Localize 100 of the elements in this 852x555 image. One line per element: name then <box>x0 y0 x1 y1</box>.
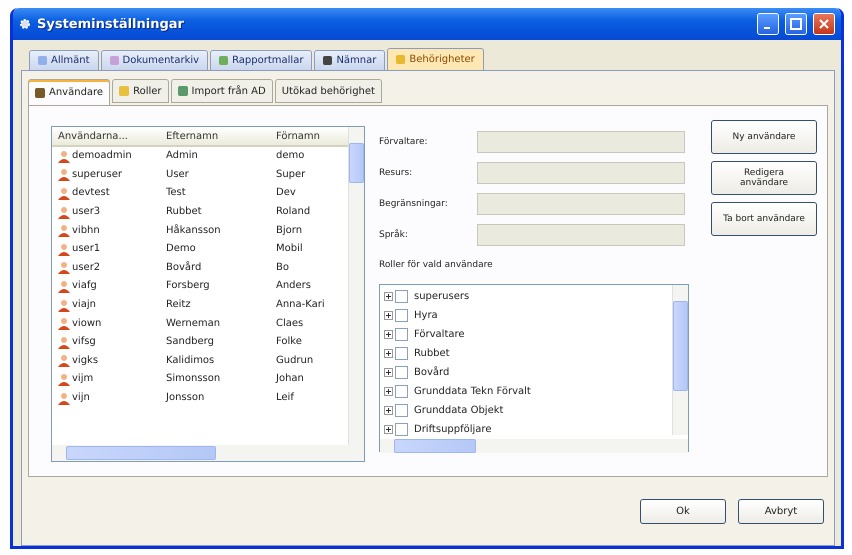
checkbox[interactable] <box>395 385 408 398</box>
table-cell: viajn <box>72 298 96 312</box>
tab[interactable]: Användare <box>28 79 110 105</box>
expand-icon[interactable] <box>384 292 393 301</box>
column-header[interactable]: Förnamn <box>270 127 350 145</box>
role-name: Hyra <box>414 310 438 321</box>
maximize-button[interactable] <box>785 13 807 35</box>
minimize-icon <box>764 27 770 29</box>
table-cell-text: Kalidimos <box>165 354 216 368</box>
user-icon <box>58 298 70 312</box>
close-button[interactable] <box>813 13 835 35</box>
table-cell: vibhn <box>72 224 100 238</box>
expand-icon[interactable] <box>384 349 393 358</box>
field-label: Språk: <box>379 230 409 240</box>
field-label: Resurs: <box>379 168 414 178</box>
role-name: Bovård <box>414 367 450 378</box>
table-cell-text: Gudrun <box>275 354 314 368</box>
table-cell-text: Werneman <box>165 316 222 331</box>
table-cell: user3 <box>72 205 100 220</box>
role-name: Grunddata Tekn Förvalt <box>414 386 531 397</box>
table-cell-text: User <box>165 168 190 182</box>
tab-icon <box>396 55 406 64</box>
window-title: Systeminställningar <box>37 16 185 32</box>
table-cell-text: Rubbet <box>165 205 203 220</box>
checkbox[interactable] <box>395 404 408 417</box>
table-cell-text: Admin <box>165 149 199 164</box>
horizontal-scrollbar[interactable] <box>52 445 364 461</box>
table-cell-text: Anders <box>275 279 312 294</box>
vertical-scrollbar[interactable] <box>348 127 364 445</box>
checkbox[interactable] <box>395 423 408 436</box>
role-name: Driftsuppföljare <box>414 424 492 435</box>
tab[interactable]: Utökad behörighet <box>274 79 382 103</box>
table-cell-text: Johan <box>274 372 305 386</box>
table-cell: superuser <box>72 168 122 182</box>
table-cell: user2 <box>72 260 100 275</box>
table-cell-text: demo <box>275 149 306 164</box>
checkbox[interactable] <box>395 309 408 322</box>
tab-icon <box>323 56 332 65</box>
roles-label: Roller för vald användare <box>379 260 494 270</box>
expand-icon[interactable] <box>384 368 393 377</box>
user-icon <box>58 242 70 256</box>
field-label: Begränsningar: <box>379 198 449 208</box>
table-cell-text: Bo <box>275 260 290 275</box>
table-cell-text: Forsberg <box>165 279 211 294</box>
tab-icon <box>38 56 47 65</box>
field-label: Förvaltare: <box>379 136 429 146</box>
column-header[interactable]: Användarna... <box>52 127 160 145</box>
user-list[interactable] <box>51 126 365 462</box>
table-cell-text: Håkansson <box>165 224 222 238</box>
user-icon <box>58 392 70 405</box>
dialog-button[interactable]: Avbryt <box>738 499 824 524</box>
checkbox[interactable] <box>395 347 408 360</box>
expand-icon[interactable] <box>384 311 393 320</box>
tab[interactable]: Roller <box>112 79 169 103</box>
user-icon <box>58 317 70 330</box>
column-header[interactable]: Efternamn <box>160 127 270 145</box>
checkbox[interactable] <box>395 366 408 379</box>
table-cell-text: Bjorn <box>275 224 304 238</box>
table-cell-text: Super <box>275 168 306 182</box>
tab[interactable]: Dokumentarkiv <box>100 50 208 70</box>
tab[interactable]: Rapportmallar <box>210 50 312 70</box>
checkbox[interactable] <box>395 328 408 341</box>
table-cell-text: Sandberg <box>165 335 215 350</box>
action-button[interactable]: Redigera användare <box>711 161 817 195</box>
table-cell: viown <box>72 316 102 331</box>
table-cell: vigks <box>72 354 98 368</box>
tab[interactable]: Allmänt <box>29 50 99 70</box>
close-icon <box>818 18 830 30</box>
tab[interactable]: Nämnar <box>314 50 386 70</box>
dialog-button[interactable]: Ok <box>640 499 726 524</box>
tab[interactable]: Behörigheter <box>387 48 484 70</box>
action-button[interactable]: Ta bort användare <box>711 202 817 236</box>
expand-icon[interactable] <box>384 425 393 434</box>
table-cell-text: Folke <box>275 335 303 350</box>
user-icon <box>58 150 70 163</box>
expand-icon[interactable] <box>384 406 393 415</box>
expand-icon[interactable] <box>384 387 393 396</box>
table-cell: vijm <box>72 372 94 386</box>
tab[interactable]: Import från AD <box>170 79 273 103</box>
table-cell-text: Reitz <box>165 298 192 312</box>
table-cell-text: Dev <box>275 186 297 200</box>
tab-icon <box>110 56 119 65</box>
table-cell-text: Anna-Kari <box>275 298 326 312</box>
role-name: Grunddata Objekt <box>414 405 504 416</box>
minimize-button[interactable] <box>757 13 779 35</box>
table-cell-text: Test <box>165 186 187 200</box>
table-cell: viafg <box>72 279 97 294</box>
table-cell-text: Bovård <box>165 260 202 275</box>
table-cell-text: Roland <box>275 205 312 220</box>
user-icon <box>58 186 70 200</box>
expand-icon[interactable] <box>384 330 393 339</box>
table-cell-text: Mobil <box>275 242 304 256</box>
vertical-scrollbar[interactable] <box>672 285 688 435</box>
gear-icon <box>19 18 31 30</box>
table-cell: devtest <box>72 186 110 200</box>
tab-icon <box>178 86 188 96</box>
horizontal-scrollbar[interactable] <box>380 439 688 453</box>
checkbox[interactable] <box>395 290 408 303</box>
roles-tree[interactable]: superusers Hyra Förvaltare Rubbet Bovård Grunddata Tekn Förvalt Grunddata Objekt Driftsuppföljare <box>379 284 689 452</box>
action-button[interactable]: Ny användare <box>711 120 817 154</box>
